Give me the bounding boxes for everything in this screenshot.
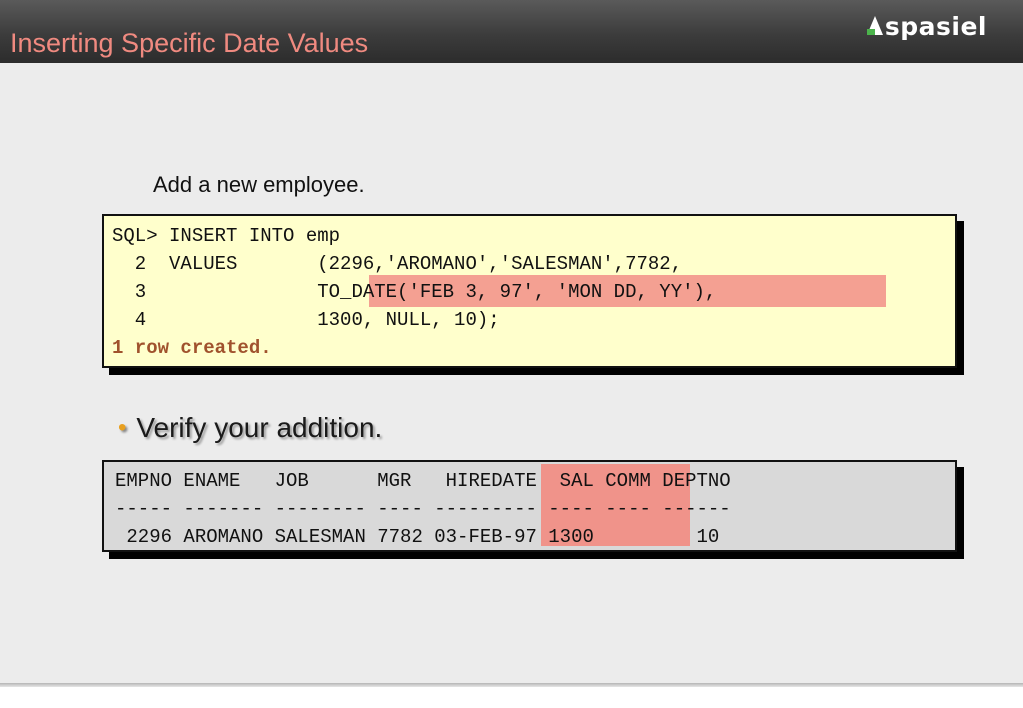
result-separator-row: ----- ------- -------- ---- --------- --… (115, 498, 731, 520)
header-bar: Inserting Specific Date Values spasiel (0, 0, 1023, 63)
logo-text: spasiel (884, 12, 987, 41)
sql-line-1: SQL> INSERT INTO emp (112, 225, 341, 247)
query-result-box: EMPNO ENAME JOB MGR HIREDATE SAL COMM DE… (102, 460, 957, 552)
logo: spasiel (866, 12, 987, 41)
sql-line-3: 3 TO_DATE('FEB 3, 97', 'MON DD, YY'), (112, 281, 717, 303)
intro-text: Add a new employee. (153, 172, 365, 197)
sql-line-2: 2 VALUES (2296,'AROMANO','SALESMAN',7782… (112, 253, 683, 275)
bullet-icon: • (118, 414, 127, 441)
bullet-item: • Verify your addition. (118, 412, 382, 444)
sql-code-box: SQL> INSERT INTO emp 2 VALUES (2296,'ARO… (102, 214, 957, 368)
sql-line-4: 4 1300, NULL, 10); (112, 309, 500, 331)
result-data-row: 2296 AROMANO SALESMAN 7782 03-FEB-97 130… (115, 526, 720, 548)
footer-divider (0, 683, 1023, 687)
result-header-row: EMPNO ENAME JOB MGR HIREDATE SAL COMM DE… (115, 470, 731, 492)
logo-mark-icon (866, 16, 883, 35)
sql-status: 1 row created. (112, 337, 272, 359)
slide-content (0, 63, 1023, 683)
page-title: Inserting Specific Date Values (10, 28, 369, 58)
bullet-text: Verify your addition. (136, 412, 383, 443)
